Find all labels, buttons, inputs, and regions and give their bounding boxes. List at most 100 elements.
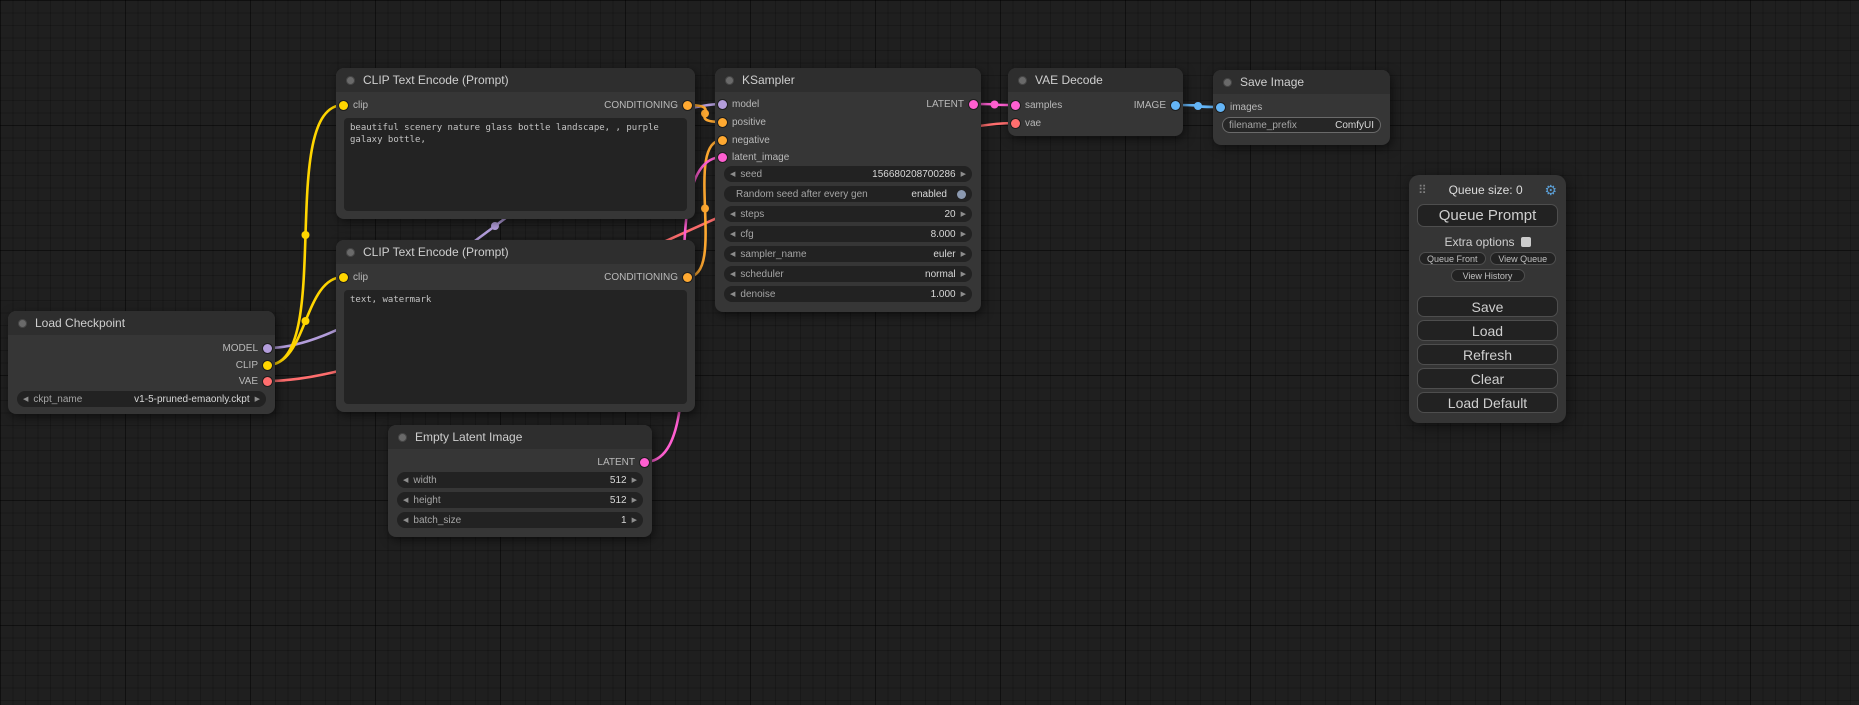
vae-port[interactable] xyxy=(1011,119,1020,128)
collapse-dot[interactable] xyxy=(725,76,734,85)
height-widget[interactable]: ◀ height 512 ▶ xyxy=(397,492,643,508)
load-button[interactable]: Load xyxy=(1417,320,1558,341)
node-title-bar[interactable]: CLIP Text Encode (Prompt) xyxy=(336,240,695,264)
node-ksampler[interactable]: KSampler model positive negative latent_… xyxy=(715,68,981,312)
refresh-button[interactable]: Refresh xyxy=(1417,344,1558,365)
clip-port[interactable] xyxy=(339,101,348,110)
decrement-arrow-icon[interactable]: ◀ xyxy=(730,290,735,298)
vae-port[interactable] xyxy=(263,377,272,386)
decrement-arrow-icon[interactable]: ◀ xyxy=(730,210,735,218)
cfg-widget[interactable]: ◀ cfg 8.000 ▶ xyxy=(724,226,972,242)
decrement-arrow-icon[interactable]: ◀ xyxy=(23,395,28,403)
increment-arrow-icon[interactable]: ▶ xyxy=(632,516,637,524)
queue-prompt-button[interactable]: Queue Prompt xyxy=(1417,204,1558,227)
random-seed-toggle-widget[interactable]: Random seed after every gen enabled xyxy=(724,186,972,202)
decrement-arrow-icon[interactable]: ◀ xyxy=(730,270,735,278)
node-title-bar[interactable]: KSampler xyxy=(715,68,981,92)
node-title: CLIP Text Encode (Prompt) xyxy=(363,73,509,87)
widget-value: normal xyxy=(925,269,956,280)
toggle-knob[interactable] xyxy=(957,190,966,199)
conditioning-port[interactable] xyxy=(683,101,692,110)
filename-prefix-widget[interactable]: filename_prefix ComfyUI xyxy=(1222,117,1381,133)
node-title-bar[interactable]: Load Checkpoint xyxy=(8,311,275,335)
steps-widget[interactable]: ◀ steps 20 ▶ xyxy=(724,206,972,222)
conditioning-port[interactable] xyxy=(718,136,727,145)
conditioning-port[interactable] xyxy=(683,273,692,282)
decrement-arrow-icon[interactable]: ◀ xyxy=(730,230,735,238)
seed-widget[interactable]: ◀ seed 156680208700286 ▶ xyxy=(724,166,972,182)
latent-port[interactable] xyxy=(640,458,649,467)
clear-button[interactable]: Clear xyxy=(1417,368,1558,389)
decrement-arrow-icon[interactable]: ◀ xyxy=(403,476,408,484)
increment-arrow-icon[interactable]: ▶ xyxy=(961,230,966,238)
clip-port[interactable] xyxy=(339,273,348,282)
queue-menu-panel[interactable]: ⠿ Queue size: 0 ⚙ Queue Prompt Extra opt… xyxy=(1409,175,1566,423)
collapse-dot[interactable] xyxy=(398,433,407,442)
collapse-dot[interactable] xyxy=(18,319,27,328)
decrement-arrow-icon[interactable]: ◀ xyxy=(403,516,408,524)
increment-arrow-icon[interactable]: ▶ xyxy=(255,395,260,403)
menu-header: ⠿ Queue size: 0 ⚙ xyxy=(1409,181,1566,201)
input-vae: vae xyxy=(1011,116,1041,130)
width-widget[interactable]: ◀ width 512 ▶ xyxy=(397,472,643,488)
node-title: Load Checkpoint xyxy=(35,316,125,330)
model-port[interactable] xyxy=(263,344,272,353)
node-title-bar[interactable]: CLIP Text Encode (Prompt) xyxy=(336,68,695,92)
increment-arrow-icon[interactable]: ▶ xyxy=(961,270,966,278)
node-clip-text-encode-positive[interactable]: CLIP Text Encode (Prompt) clip CONDITION… xyxy=(336,68,695,219)
increment-arrow-icon[interactable]: ▶ xyxy=(632,476,637,484)
node-title-bar[interactable]: Empty Latent Image xyxy=(388,425,652,449)
sampler-name-widget[interactable]: ◀ sampler_name euler ▶ xyxy=(724,246,972,262)
node-clip-text-encode-negative[interactable]: CLIP Text Encode (Prompt) clip CONDITION… xyxy=(336,240,695,412)
decrement-arrow-icon[interactable]: ◀ xyxy=(730,250,735,258)
increment-arrow-icon[interactable]: ▶ xyxy=(632,496,637,504)
collapse-dot[interactable] xyxy=(1018,76,1027,85)
node-title-bar[interactable]: Save Image xyxy=(1213,70,1390,94)
settings-gear-icon[interactable]: ⚙ xyxy=(1544,183,1557,197)
image-port[interactable] xyxy=(1171,101,1180,110)
positive-prompt-textarea[interactable]: beautiful scenery nature glass bottle la… xyxy=(344,118,687,211)
increment-arrow-icon[interactable]: ▶ xyxy=(961,170,966,178)
node-title: Save Image xyxy=(1240,75,1304,89)
collapse-dot[interactable] xyxy=(346,248,355,257)
latent-port[interactable] xyxy=(969,100,978,109)
view-queue-button[interactable]: View Queue xyxy=(1490,252,1557,265)
slot-label: LATENT xyxy=(926,99,964,110)
decrement-arrow-icon[interactable]: ◀ xyxy=(730,170,735,178)
slot-label: clip xyxy=(353,100,368,111)
drag-handle-icon[interactable]: ⠿ xyxy=(1418,183,1427,197)
widget-label: width xyxy=(413,475,436,486)
node-save-image[interactable]: Save Image images filename_prefix ComfyU… xyxy=(1213,70,1390,145)
image-port[interactable] xyxy=(1216,103,1225,112)
node-title: KSampler xyxy=(742,73,795,87)
negative-prompt-textarea[interactable]: text, watermark xyxy=(344,290,687,404)
batch-size-widget[interactable]: ◀ batch_size 1 ▶ xyxy=(397,512,643,528)
graph-canvas[interactable]: Load Checkpoint MODEL CLIP VAE ◀ ckpt_na… xyxy=(0,0,1859,705)
widget-label: seed xyxy=(740,169,762,180)
collapse-dot[interactable] xyxy=(346,76,355,85)
node-title-bar[interactable]: VAE Decode xyxy=(1008,68,1183,92)
widget-label: ckpt_name xyxy=(33,394,82,405)
load-default-button[interactable]: Load Default xyxy=(1417,392,1558,413)
queue-front-button[interactable]: Queue Front xyxy=(1419,252,1486,265)
latent-port[interactable] xyxy=(718,153,727,162)
extra-options-checkbox[interactable] xyxy=(1521,237,1531,247)
conditioning-port[interactable] xyxy=(718,118,727,127)
scheduler-widget[interactable]: ◀ scheduler normal ▶ xyxy=(724,266,972,282)
node-load-checkpoint[interactable]: Load Checkpoint MODEL CLIP VAE ◀ ckpt_na… xyxy=(8,311,275,414)
ckpt-name-widget[interactable]: ◀ ckpt_name v1-5-pruned-emaonly.ckpt ▶ xyxy=(17,391,266,407)
increment-arrow-icon[interactable]: ▶ xyxy=(961,290,966,298)
decrement-arrow-icon[interactable]: ◀ xyxy=(403,496,408,504)
denoise-widget[interactable]: ◀ denoise 1.000 ▶ xyxy=(724,286,972,302)
collapse-dot[interactable] xyxy=(1223,78,1232,87)
model-port[interactable] xyxy=(718,100,727,109)
increment-arrow-icon[interactable]: ▶ xyxy=(961,250,966,258)
widget-value: v1-5-pruned-emaonly.ckpt xyxy=(134,394,249,405)
clip-port[interactable] xyxy=(263,361,272,370)
view-history-button[interactable]: View History xyxy=(1451,269,1525,282)
increment-arrow-icon[interactable]: ▶ xyxy=(961,210,966,218)
node-vae-decode[interactable]: VAE Decode samples vae IMAGE xyxy=(1008,68,1183,136)
latent-port[interactable] xyxy=(1011,101,1020,110)
node-empty-latent-image[interactable]: Empty Latent Image LATENT ◀ width 512 ▶ … xyxy=(388,425,652,537)
save-button[interactable]: Save xyxy=(1417,296,1558,317)
